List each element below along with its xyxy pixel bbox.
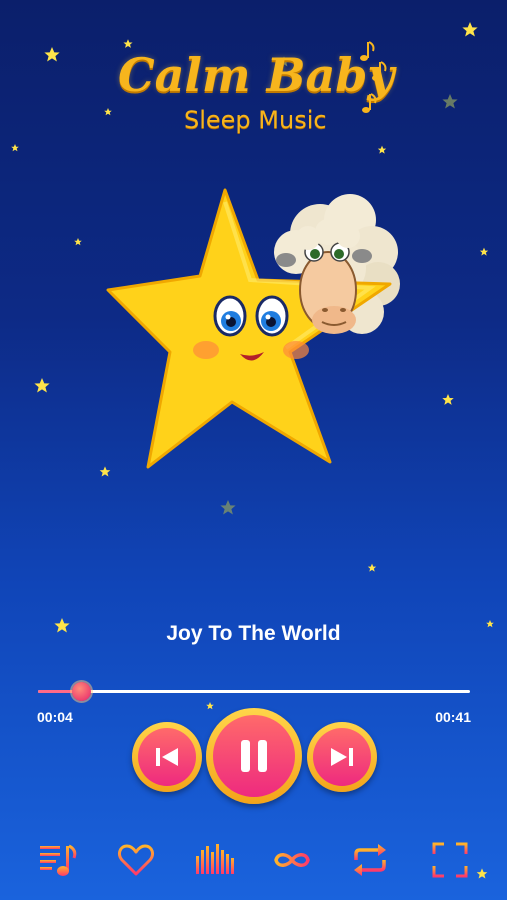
repeat-button[interactable]	[348, 838, 392, 882]
star-sheep-illustration	[106, 188, 400, 469]
app-subtitle: Sleep Music	[184, 106, 327, 134]
pause-button[interactable]	[206, 708, 302, 804]
total-time: 00:41	[435, 709, 471, 725]
pause-icon	[241, 740, 267, 772]
fullscreen-icon	[432, 842, 468, 878]
bottom-toolbar	[0, 838, 507, 886]
song-title: Joy To The World	[166, 622, 341, 645]
app-logo: Calm Baby Sleep Music	[100, 38, 400, 148]
app-title: Calm Baby	[118, 48, 395, 102]
equalizer-icon	[196, 844, 234, 874]
equalizer-button[interactable]	[192, 838, 236, 882]
playlist-button[interactable]	[36, 838, 80, 882]
next-button[interactable]	[307, 722, 377, 792]
loop-button[interactable]	[270, 838, 314, 882]
fullscreen-button[interactable]	[428, 838, 472, 882]
current-time: 00:04	[37, 709, 73, 725]
repeat-icon	[354, 844, 386, 876]
heart-icon	[118, 844, 154, 876]
playlist-icon	[40, 844, 77, 876]
previous-button[interactable]	[132, 722, 202, 792]
favorite-button[interactable]	[114, 838, 158, 882]
infinity-icon	[274, 853, 310, 867]
progress-track[interactable]	[38, 690, 470, 693]
music-notes-icon	[360, 41, 387, 113]
skip-previous-icon	[156, 748, 178, 766]
skip-next-icon	[331, 748, 353, 766]
